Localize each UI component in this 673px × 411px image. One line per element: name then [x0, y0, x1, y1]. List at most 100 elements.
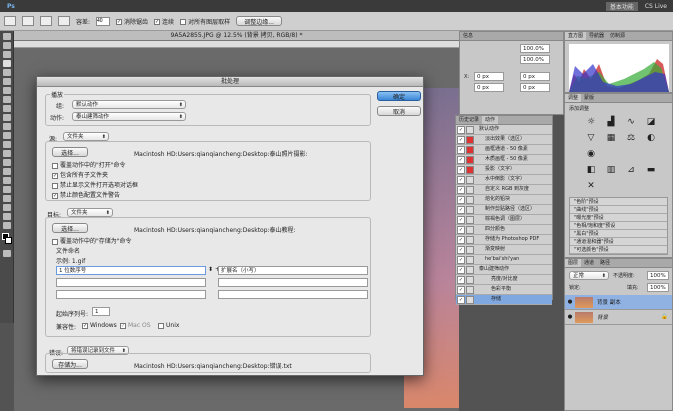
- healing-tool-icon[interactable]: [3, 87, 11, 94]
- type-tool-icon[interactable]: [3, 168, 11, 175]
- cs-live[interactable]: CS Live: [645, 3, 667, 10]
- action-toggle-checkbox[interactable]: ✓: [457, 215, 465, 224]
- cancel-button[interactable]: 取消: [377, 106, 421, 116]
- width-percent-field[interactable]: 100.0%: [520, 44, 550, 53]
- selection-mode-add[interactable]: [40, 16, 52, 26]
- adjustment-preset-item[interactable]: "曝光度"预设: [570, 214, 667, 222]
- quick-mask-icon[interactable]: [3, 250, 11, 257]
- tab-navigator[interactable]: 导航器: [586, 32, 607, 40]
- dialog-toggle-icon[interactable]: [466, 155, 474, 164]
- 3d-camera-tool-icon[interactable]: [3, 204, 11, 211]
- exposure-icon[interactable]: ◪: [644, 116, 658, 128]
- dialog-toggle-icon[interactable]: [466, 135, 474, 144]
- action-item[interactable]: ✓ 默认动作: [456, 125, 552, 135]
- lasso-tool-icon[interactable]: [3, 51, 11, 58]
- pen-tool-icon[interactable]: [3, 159, 11, 166]
- dialog-toggle-icon[interactable]: [466, 275, 474, 284]
- naming-field-5[interactable]: [56, 290, 206, 299]
- tab-masks[interactable]: 蒙版: [581, 94, 597, 102]
- gradient-map-icon[interactable]: ▬: [644, 164, 658, 176]
- dialog-toggle-icon[interactable]: [466, 195, 474, 204]
- dialog-toggle-icon[interactable]: [466, 165, 474, 174]
- path-selection-tool-icon[interactable]: [3, 177, 11, 184]
- vibrance-icon[interactable]: ▽: [584, 132, 598, 144]
- dialog-toggle-icon[interactable]: [466, 145, 474, 154]
- adjustment-preset-item[interactable]: "黑白"预设: [570, 230, 667, 238]
- save-as-button[interactable]: 存储为...: [52, 359, 88, 369]
- photo-filter-icon[interactable]: ◉: [584, 148, 598, 160]
- background-color-swatch[interactable]: [5, 237, 12, 244]
- dx-field[interactable]: 0 px: [520, 72, 550, 81]
- action-item[interactable]: ✓ 渐变映射: [456, 245, 552, 255]
- action-toggle-checkbox[interactable]: ✓: [457, 165, 465, 174]
- layer-row[interactable]: ● 背景 🔒: [565, 310, 672, 325]
- dialog-toggle-icon[interactable]: [466, 125, 474, 134]
- fill-field[interactable]: 100%: [647, 283, 669, 292]
- tab-history[interactable]: 历史记录: [456, 116, 482, 124]
- hand-tool-icon[interactable]: [3, 213, 11, 220]
- x-field[interactable]: 0 px: [474, 72, 504, 81]
- action-item[interactable]: ✓ 泰山建筛动作: [456, 265, 552, 275]
- curves-icon[interactable]: ∿: [624, 116, 638, 128]
- action-toggle-checkbox[interactable]: ✓: [457, 125, 465, 134]
- shape-tool-icon[interactable]: [3, 186, 11, 193]
- action-item[interactable]: ✓ 存储为 Photoshop PDF: [456, 235, 552, 245]
- clone-stamp-tool-icon[interactable]: [3, 105, 11, 112]
- tab-adjustments[interactable]: 调整: [565, 94, 582, 102]
- dialog-toggle-icon[interactable]: [466, 295, 474, 304]
- invert-icon[interactable]: ◧: [584, 164, 598, 176]
- adjustment-preset-item[interactable]: "色相/饱和度"预设: [570, 222, 667, 230]
- action-item[interactable]: ✓ 棕褐色调（图层）: [456, 215, 552, 225]
- action-toggle-checkbox[interactable]: ✓: [457, 155, 465, 164]
- action-toggle-checkbox[interactable]: ✓: [457, 245, 465, 254]
- gradient-tool-icon[interactable]: [3, 132, 11, 139]
- action-select[interactable]: 泰山建筛动作: [72, 112, 186, 121]
- dialog-toggle-icon[interactable]: [466, 205, 474, 214]
- windows-checkbox[interactable]: ✓: [82, 322, 88, 329]
- action-item[interactable]: ✓ 水中倒影（文字）: [456, 175, 552, 185]
- adjustment-preset-item[interactable]: "可选颜色"预设: [570, 246, 667, 254]
- naming-field-2[interactable]: 扩展名（小写）: [218, 266, 368, 275]
- action-item[interactable]: ✓ 制作剪贴路径（选区）: [456, 205, 552, 215]
- layer-row[interactable]: ● 背景 副本: [565, 295, 672, 310]
- marquee-tool-icon[interactable]: [3, 42, 11, 49]
- tab-clone-source[interactable]: 仿制源: [607, 32, 628, 40]
- threshold-icon[interactable]: ⊿: [624, 164, 638, 176]
- action-toggle-checkbox[interactable]: ✓: [457, 265, 465, 274]
- source-select[interactable]: 文件夹: [63, 132, 109, 141]
- history-brush-tool-icon[interactable]: [3, 114, 11, 121]
- antialias-checkbox[interactable]: ✓: [116, 19, 123, 25]
- document-tab[interactable]: 9A5A2855.JPG @ 12.5% (背景 拷贝, RGB/8) *: [14, 31, 459, 41]
- adjustment-preset-item[interactable]: "通道混和器"预设: [570, 238, 667, 246]
- 3d-rotate-tool-icon[interactable]: [3, 195, 11, 202]
- move-tool-icon[interactable]: [3, 33, 11, 40]
- action-item[interactable]: ✓ 自定义 RGB 到灰度: [456, 185, 552, 195]
- dialog-toggle-icon[interactable]: [466, 185, 474, 194]
- selective-color-icon[interactable]: ✕: [584, 180, 598, 192]
- eyedropper-tool-icon[interactable]: [3, 78, 11, 85]
- destination-choose-button[interactable]: 选择...: [52, 223, 88, 233]
- blend-mode-select[interactable]: 正常: [569, 271, 609, 280]
- action-item[interactable]: ✓ 色彩平衡: [456, 285, 552, 295]
- tab-histogram[interactable]: 直方图: [565, 32, 587, 40]
- height-percent-field[interactable]: 100.0%: [520, 55, 550, 64]
- suppress-open-checkbox[interactable]: [52, 182, 58, 189]
- action-toggle-checkbox[interactable]: ✓: [457, 235, 465, 244]
- opacity-field[interactable]: 100%: [647, 271, 669, 280]
- include-subfolders-checkbox[interactable]: ✓: [52, 172, 58, 179]
- action-item[interactable]: ✓ 熔化的铅块: [456, 195, 552, 205]
- dodge-tool-icon[interactable]: [3, 150, 11, 157]
- dialog-toggle-icon[interactable]: [466, 225, 474, 234]
- naming-field-4[interactable]: [218, 278, 368, 287]
- action-toggle-checkbox[interactable]: ✓: [457, 195, 465, 204]
- action-toggle-checkbox[interactable]: ✓: [457, 145, 465, 154]
- black-white-icon[interactable]: ◐: [644, 132, 658, 144]
- action-item[interactable]: ✓ 画框通道 - 50 像素: [456, 145, 552, 155]
- eye-icon[interactable]: ●: [565, 299, 575, 305]
- magic-wand-tool-icon[interactable]: [3, 60, 11, 67]
- color-balance-icon[interactable]: ⚖: [624, 132, 638, 144]
- brightness-icon[interactable]: ☼: [584, 116, 598, 128]
- action-item[interactable]: ✓ 四分颜色: [456, 225, 552, 235]
- dialog-toggle-icon[interactable]: [466, 255, 474, 264]
- action-item[interactable]: ✓ 亮度/对比度: [456, 275, 552, 285]
